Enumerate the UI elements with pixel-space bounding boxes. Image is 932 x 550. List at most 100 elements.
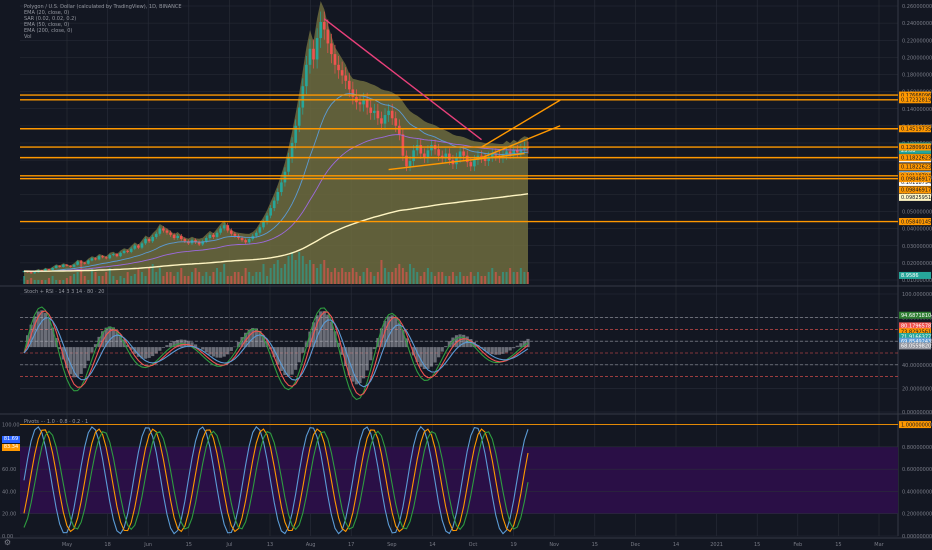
candle-body	[97, 256, 101, 260]
volume-bar	[65, 278, 68, 284]
candle-body	[258, 227, 262, 233]
volume-bar	[130, 276, 133, 284]
time-axis-label: Jun	[143, 542, 152, 548]
volume-bar	[512, 272, 515, 284]
ind1-histogram-bar	[361, 347, 366, 379]
volume-bar	[40, 280, 43, 284]
candle-body	[230, 230, 233, 234]
volume-bar	[509, 268, 512, 284]
ind1-histogram-bar	[161, 347, 166, 348]
volume-bar	[341, 268, 344, 284]
volume-bar	[294, 260, 297, 284]
ind1-histogram-bar	[501, 347, 505, 354]
volume-bar	[37, 280, 40, 284]
volume-bar	[205, 272, 208, 284]
left-value-badge: 81.69	[2, 436, 20, 443]
ind1-histogram-bar	[47, 318, 51, 348]
candle-body	[33, 272, 37, 274]
volume-bar	[230, 276, 233, 284]
volume-bar	[426, 268, 429, 284]
volume-bar	[416, 272, 419, 284]
candle-body	[255, 232, 258, 236]
volume-bar	[62, 280, 65, 284]
volume-bar	[101, 276, 104, 284]
price-axis-label: 0.14000000	[902, 107, 932, 113]
candle-body	[208, 234, 212, 239]
ind1-histogram-bar	[208, 347, 212, 355]
volume-bar	[80, 260, 83, 284]
volume-bar	[444, 276, 447, 284]
volume-bar	[312, 264, 315, 284]
volume-bar	[98, 276, 101, 284]
volume-bar	[44, 280, 47, 284]
candle-body	[297, 107, 301, 126]
volume-bar	[376, 272, 379, 284]
candle-body	[94, 258, 97, 260]
time-axis-label: 2021	[710, 542, 723, 548]
volume-bar	[366, 268, 369, 284]
candle-body	[169, 232, 172, 235]
price-axis-label: 0.18000000	[902, 73, 932, 79]
chart-canvas[interactable]: May 18 Jun 15 Jul 13 Aug 17 Sep 14 Oct 19 Nov 15 Dec 14…	[0, 0, 932, 550]
volume-bar	[155, 272, 158, 284]
volume-bar	[33, 280, 36, 284]
ind1-histogram-bar	[83, 347, 87, 369]
candle-body	[29, 272, 33, 274]
time-axis-label: Dec	[631, 542, 641, 548]
volume-bar	[269, 268, 272, 284]
candle-body	[308, 48, 312, 65]
candle-body	[172, 234, 176, 239]
candle-body	[183, 239, 187, 242]
ind1-histogram-bar	[297, 347, 301, 363]
ind1-histogram-bar	[365, 347, 369, 371]
time-axis-label: Aug	[306, 542, 316, 548]
volume-bar	[430, 272, 433, 284]
price-axis-label: 0.24000000	[902, 21, 932, 27]
candle-body	[233, 233, 237, 236]
candle-body	[280, 182, 283, 193]
ind1-histogram-bar	[143, 347, 148, 359]
volume-bar	[337, 272, 340, 284]
ind1-histogram-bar	[204, 347, 208, 353]
candle-body	[383, 115, 387, 124]
volume-bar	[158, 268, 161, 284]
volume-bar	[330, 272, 333, 284]
candle-body	[204, 238, 208, 242]
candle-body	[76, 261, 79, 265]
candle-body	[65, 264, 69, 266]
ind1-histogram-bar	[440, 347, 444, 352]
volume-bar	[291, 252, 294, 284]
price-axis-label: 0.20000000	[902, 55, 932, 61]
ind1-histogram-bar	[369, 347, 373, 361]
candle-body	[197, 242, 201, 245]
ind1-axis-label: 20.00000000	[902, 386, 932, 392]
time-axis-label: 17	[348, 542, 354, 548]
price-tag-label: 0.11822623	[901, 165, 931, 171]
volume-bar	[273, 264, 276, 284]
candle-body	[162, 228, 165, 231]
candle-body	[508, 151, 512, 154]
volume-bar	[308, 260, 311, 284]
candle-body	[369, 107, 373, 113]
candle-body	[340, 70, 344, 76]
candle-body	[129, 248, 133, 252]
ind1-histogram-bar	[201, 347, 205, 350]
ind1-histogram-bar	[165, 345, 169, 348]
candle-body	[219, 228, 222, 233]
candle-body	[272, 200, 276, 209]
level-tag-label: 0.17232819	[901, 98, 931, 104]
volume-bar	[126, 272, 129, 284]
volume-bar	[323, 260, 326, 284]
candle-body	[147, 239, 151, 242]
volume-bar	[140, 272, 143, 284]
volume-bar	[241, 276, 244, 284]
volume-bar	[226, 276, 229, 284]
candle-body	[512, 150, 516, 154]
ind1-histogram-bar	[497, 347, 502, 355]
candle-body	[222, 225, 226, 229]
candle-body	[326, 29, 330, 44]
ind1-histogram-bar	[218, 347, 223, 358]
candle-body	[408, 161, 412, 167]
settings-gear-icon[interactable]: ⚙	[3, 538, 12, 547]
candle-body	[140, 243, 144, 248]
